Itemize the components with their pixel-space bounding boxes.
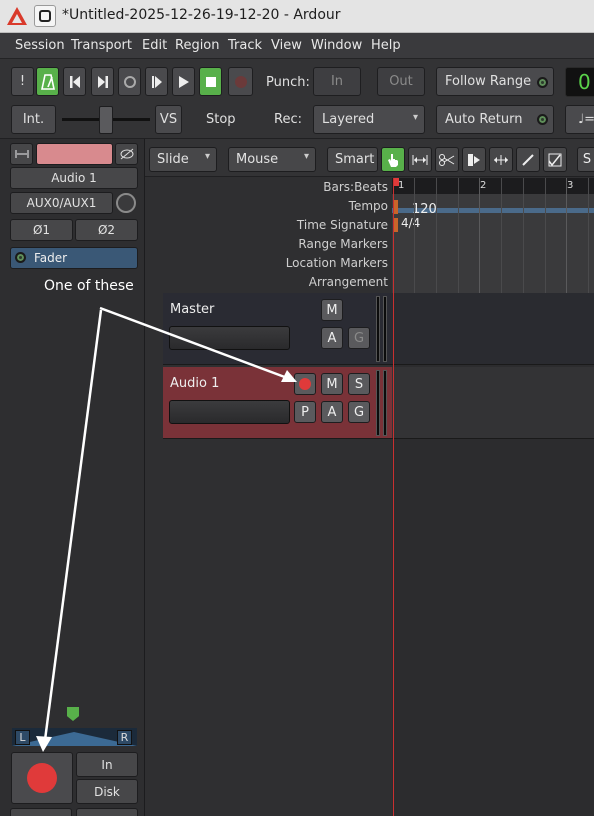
ardour-window: *Untitled-2025-12-26-19-12-20 - Ardour S…: [0, 0, 594, 816]
annotation-arrows: [36, 306, 297, 752]
